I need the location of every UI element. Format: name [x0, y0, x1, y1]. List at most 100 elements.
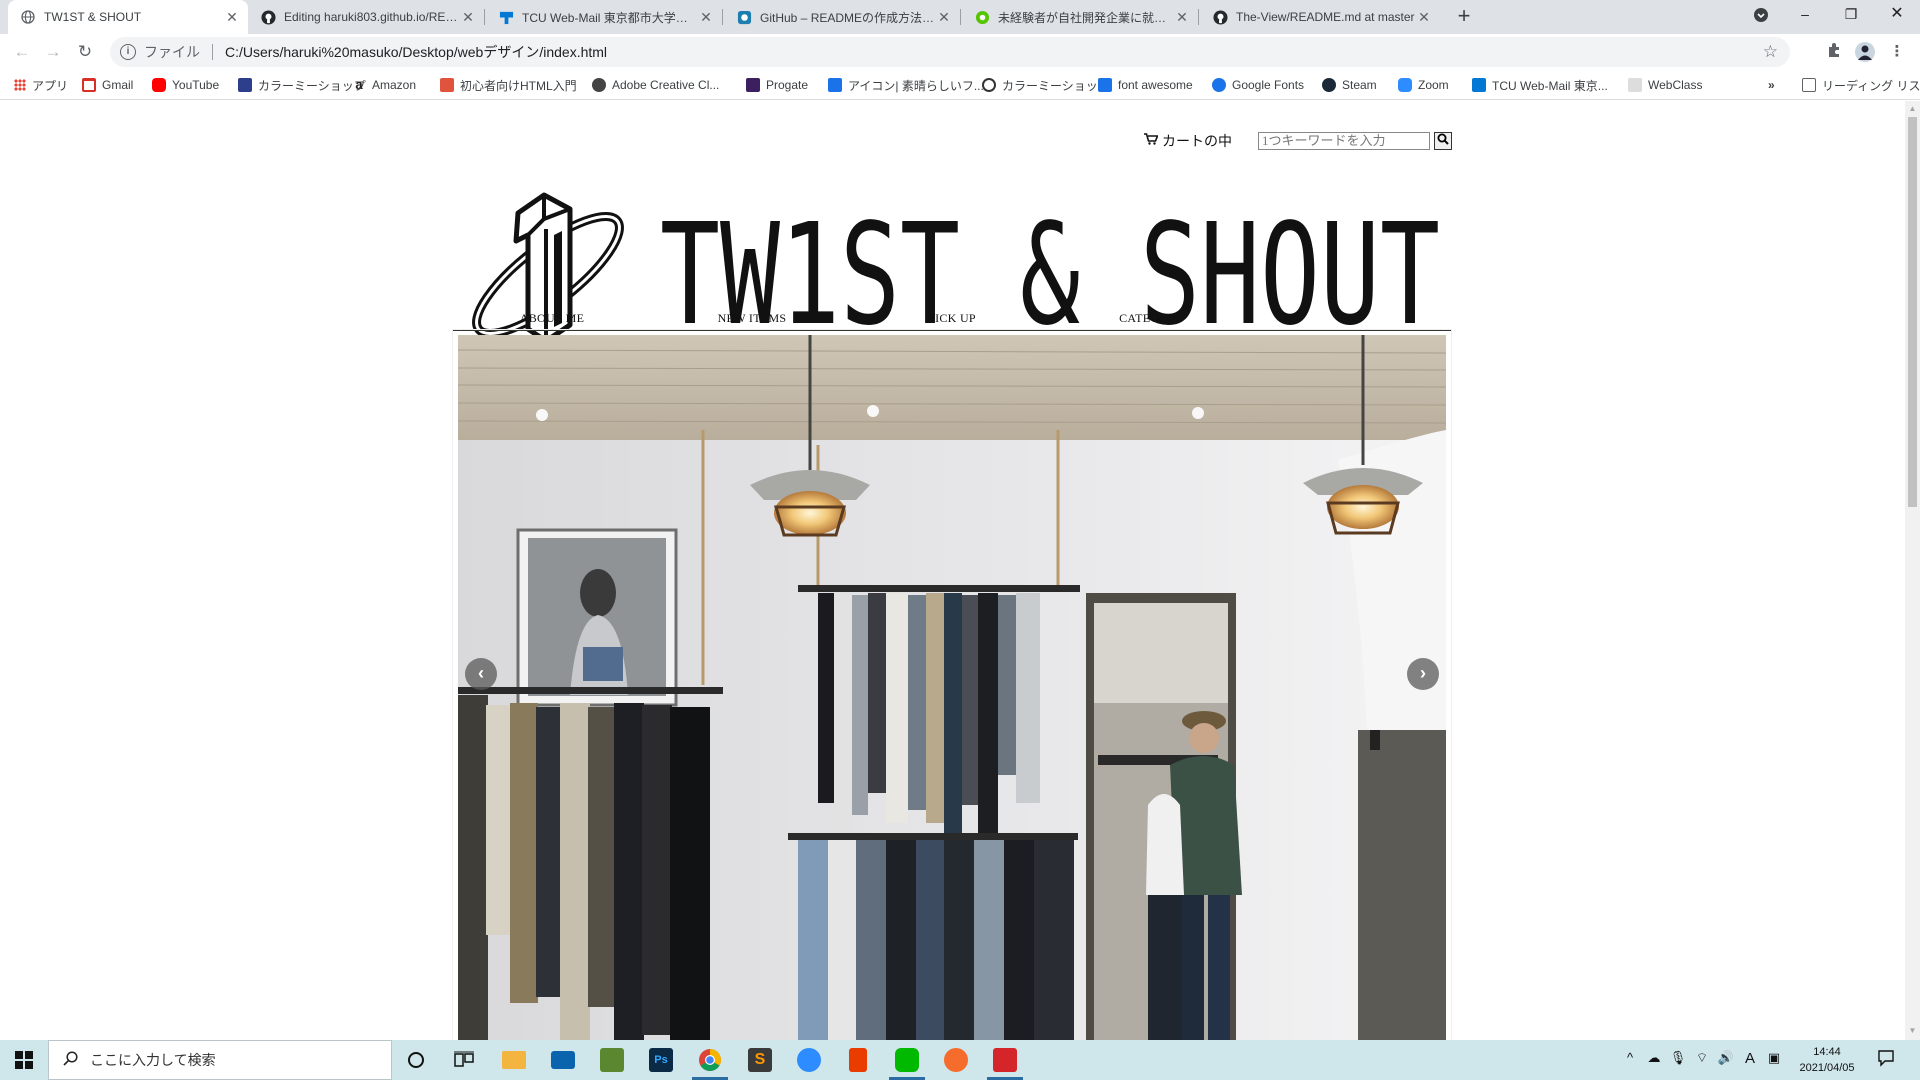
extensions-icon[interactable] — [1824, 42, 1844, 62]
cortana-button[interactable] — [394, 1044, 438, 1076]
tab-strip: TW1ST & SHOUT ✕ Editing haruki803.github… — [0, 0, 1920, 34]
scroll-down-icon[interactable]: ▼ — [1908, 1026, 1917, 1035]
bookmark-colormeshop[interactable]: カラーミーショップ — [238, 76, 366, 94]
tab-github-editing[interactable]: Editing haruki803.github.io/READ ✕ — [248, 0, 484, 34]
nav-category[interactable]: CATEGORY — [1052, 311, 1252, 326]
close-window-icon[interactable]: ✕ — [1874, 0, 1920, 30]
page-viewport: カートの中 TW1ST & SHOUT ABOUT ME NEW ITEMS P… — [0, 101, 1905, 1040]
notification-icon[interactable] — [1876, 1049, 1896, 1070]
office-button[interactable] — [836, 1044, 880, 1076]
keyboard-icon[interactable]: ▣ — [1764, 1050, 1784, 1066]
close-tab-icon[interactable]: ✕ — [698, 9, 714, 26]
start-button[interactable] — [0, 1040, 48, 1080]
more-menu-icon[interactable]: ⋮ — [1887, 42, 1907, 62]
new-tab-button[interactable]: + — [1452, 5, 1476, 29]
amazon-icon: a — [355, 77, 363, 92]
profile-avatar-icon[interactable] — [1855, 42, 1875, 62]
bookmark-steam[interactable]: Steam — [1322, 76, 1377, 94]
ime-indicator[interactable]: A — [1740, 1050, 1760, 1067]
mail-button[interactable] — [541, 1044, 585, 1076]
youtube-icon — [152, 78, 166, 92]
cart-link[interactable]: カートの中 — [1144, 131, 1232, 151]
scrollbar-thumb[interactable] — [1908, 117, 1917, 507]
bookmark-icon-site[interactable]: アイコン| 素晴らしいフ... — [828, 76, 984, 94]
bookmark-label: Progate — [766, 78, 809, 92]
tray-overflow-icon[interactable]: ^ — [1620, 1050, 1640, 1065]
google-fonts-icon — [1212, 78, 1226, 92]
nav-sns[interactable]: SNS — [1252, 311, 1452, 326]
restore-icon[interactable]: ❐ — [1828, 0, 1874, 30]
tcu-mail-icon — [1472, 78, 1486, 92]
close-tab-icon[interactable]: ✕ — [460, 9, 476, 26]
windows-logo-icon — [15, 1051, 33, 1069]
volume-icon[interactable]: 🔊 — [1716, 1050, 1736, 1066]
address-url[interactable]: C:/Users/haruki%20masuko/Desktop/webデザイン… — [225, 42, 607, 62]
back-arrow-icon[interactable]: ← — [11, 41, 33, 63]
page-scrollbar[interactable]: ▲ ▼ — [1905, 101, 1920, 1040]
close-tab-icon[interactable]: ✕ — [1416, 9, 1432, 26]
scroll-up-icon[interactable]: ▲ — [1908, 104, 1917, 113]
tab-title: 未経験者が自社開発企業に就職す — [998, 10, 1174, 25]
zoom-button[interactable] — [787, 1044, 831, 1076]
network-icon[interactable]: ⌔ — [1692, 1050, 1712, 1066]
nav-pick-up[interactable]: PICK UP — [852, 311, 1052, 326]
tab-search-icon[interactable] — [1738, 0, 1784, 30]
bookmark-gmail[interactable]: Gmail — [82, 76, 133, 94]
office-icon — [849, 1048, 867, 1072]
line-button[interactable] — [885, 1044, 929, 1080]
forward-arrow-icon[interactable]: → — [42, 41, 64, 63]
file-explorer-button[interactable] — [492, 1044, 536, 1076]
more-bookmarks-button[interactable]: » — [1768, 76, 1775, 94]
nav-new-items[interactable]: NEW ITEMS — [652, 311, 852, 326]
bookmark-zoom[interactable]: Zoom — [1398, 76, 1449, 94]
minecraft-button[interactable] — [590, 1044, 634, 1076]
tab-job-article[interactable]: 未経験者が自社開発企業に就職す ✕ — [962, 0, 1198, 34]
photoshop-button[interactable]: Ps — [639, 1044, 683, 1076]
onedrive-icon[interactable]: ☁ — [1644, 1050, 1664, 1066]
clock-date: 2021/04/05 — [1799, 1062, 1855, 1074]
mail-icon — [551, 1051, 575, 1069]
bookmark-tcu-webmail[interactable]: TCU Web-Mail 東京... — [1472, 76, 1608, 94]
sublime-button[interactable]: S — [738, 1044, 782, 1076]
close-tab-icon[interactable]: ✕ — [936, 9, 952, 26]
microphone-icon[interactable]: 🎙 — [1668, 1050, 1688, 1066]
tab-title: Editing haruki803.github.io/READ — [284, 10, 460, 24]
taskbar-clock[interactable]: 14:44 2021/04/05 — [1792, 1044, 1862, 1076]
tab-twist-and-shout[interactable]: TW1ST & SHOUT ✕ — [8, 0, 248, 34]
chrome-icon — [699, 1049, 721, 1071]
bookmark-apps[interactable]: アプリ — [14, 76, 68, 94]
tab-tcu-webmail[interactable]: TCU Web-Mail 東京都市大学Web ✕ — [486, 0, 722, 34]
bookmark-star-icon[interactable]: ☆ — [1763, 42, 1778, 62]
bookmark-adobe-cc[interactable]: Adobe Creative Cl... — [592, 76, 719, 94]
site-search-input[interactable] — [1258, 132, 1430, 150]
bookmark-label: WebClass — [1648, 78, 1703, 92]
address-bar[interactable]: i ファイル C:/Users/haruki%20masuko/Desktop/… — [110, 37, 1790, 67]
info-icon[interactable]: i — [120, 44, 136, 60]
bookmark-google-fonts[interactable]: Google Fonts — [1212, 76, 1304, 94]
origin-button[interactable] — [934, 1044, 978, 1076]
bookmark-font-awesome[interactable]: font awesome — [1098, 76, 1193, 94]
bookmark-progate[interactable]: Progate — [746, 76, 808, 94]
hero-store-photo — [458, 335, 1446, 1040]
chrome-button[interactable] — [688, 1044, 732, 1080]
tab-github-readme[interactable]: GitHub – READMEの作成方法と書 ✕ — [724, 0, 960, 34]
taskbar-search-box[interactable]: ここに入力して検索 — [48, 1040, 392, 1080]
bookmark-colormeshop-2[interactable]: カラーミーショップ — [982, 76, 1110, 94]
carousel-prev-button[interactable]: ‹ — [465, 658, 497, 690]
site-search-button[interactable] — [1434, 132, 1452, 150]
bookmark-html-intro[interactable]: 初心者向けHTML入門 — [440, 76, 577, 94]
tab-the-view-readme[interactable]: The-View/README.md at master ✕ — [1200, 0, 1440, 34]
acrobat-button[interactable] — [983, 1044, 1027, 1080]
close-tab-icon[interactable]: ✕ — [224, 9, 240, 26]
reading-list-button[interactable]: リーディング リスト — [1802, 76, 1920, 94]
task-view-button[interactable] — [442, 1044, 486, 1076]
reload-icon[interactable]: ↻ — [74, 41, 96, 63]
bookmark-youtube[interactable]: YouTube — [152, 76, 219, 94]
carousel-next-button[interactable]: › — [1407, 658, 1439, 690]
nav-about-me[interactable]: ABOUT ME — [452, 311, 652, 326]
bookmark-amazon[interactable]: a Amazon — [352, 76, 416, 94]
bookmarks-bar: アプリ Gmail YouTube カラーミーショップ a Amazon 初心者… — [0, 70, 1920, 100]
minimize-icon[interactable]: – — [1782, 0, 1828, 30]
bookmark-webclass[interactable]: WebClass — [1628, 76, 1702, 94]
close-tab-icon[interactable]: ✕ — [1174, 9, 1190, 26]
